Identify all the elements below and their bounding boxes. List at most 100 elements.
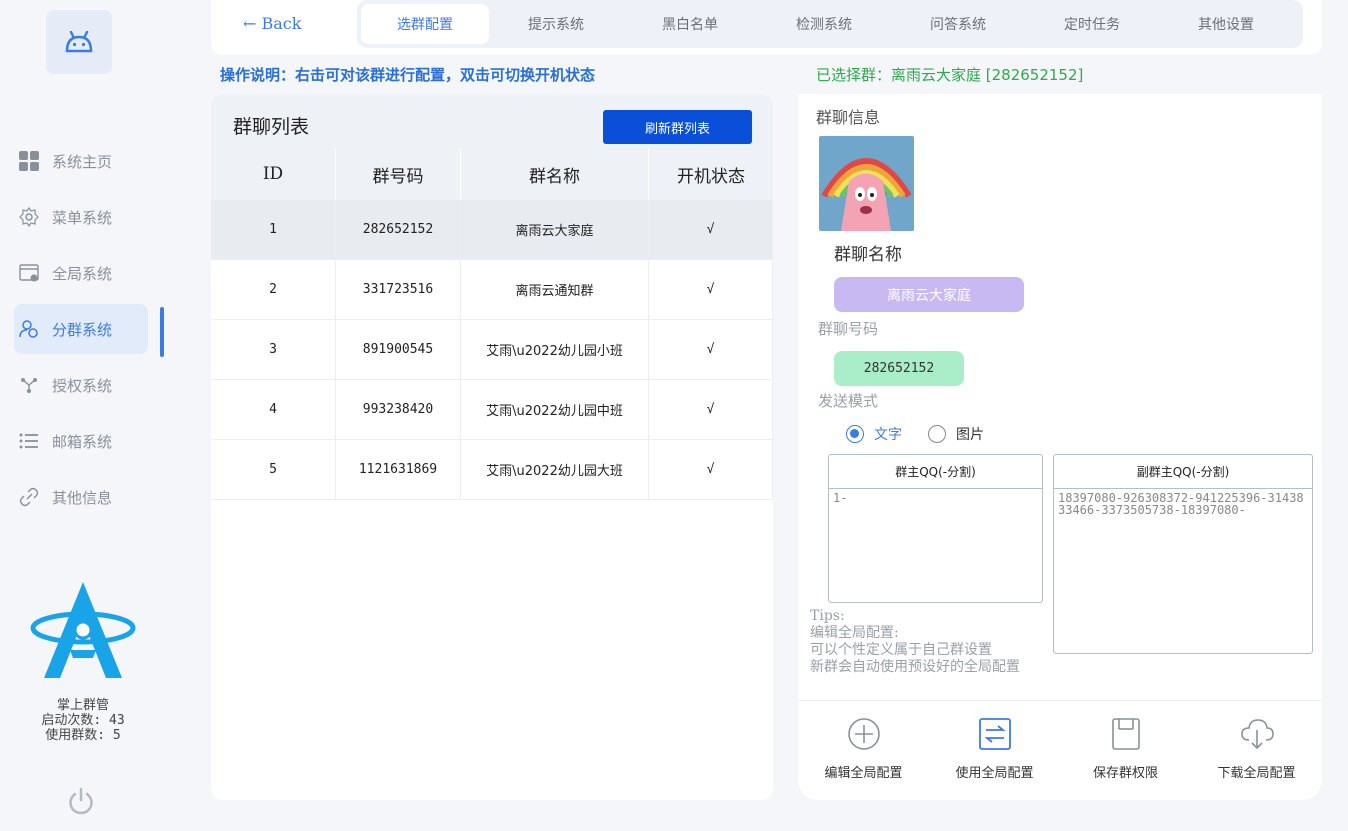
cell-id: 5 bbox=[211, 440, 336, 499]
download-global-config-button[interactable]: 下载全局配置 bbox=[1191, 716, 1322, 781]
radio-label: 图片 bbox=[956, 427, 984, 443]
edit-global-config-button[interactable]: 编辑全局配置 bbox=[798, 716, 929, 781]
cell-name: 艾雨\u2022幼儿园中班 bbox=[461, 380, 649, 439]
sidebar-item-label: 邮箱系统 bbox=[52, 432, 113, 451]
tips-text: Tips: 编辑全局配置: 可以个性定义属于自己群设置 新群会自动使用预设好的全… bbox=[810, 608, 1020, 676]
use-global-config-button[interactable]: 使用全局配置 bbox=[929, 716, 1060, 781]
cell-number: 282652152 bbox=[336, 200, 461, 259]
cell-status: √ bbox=[649, 380, 773, 439]
cell-name: 艾雨\u2022幼儿园小班 bbox=[461, 320, 649, 379]
tab-other-settings[interactable]: 其他设置 bbox=[1159, 4, 1293, 44]
sidebar-nav: 系统主页 菜单系统 全局系统 分群系统 授权系统 邮箱系统 其他信息 bbox=[0, 136, 166, 528]
table-row[interactable]: 3 891900545 艾雨\u2022幼儿园小班 √ bbox=[211, 320, 773, 380]
cell-number: 331723516 bbox=[336, 260, 461, 319]
table-row[interactable]: 5 1121631869 艾雨\u2022幼儿园大班 √ bbox=[211, 440, 773, 500]
app-name: 掌上群管 bbox=[56, 698, 109, 713]
group-name-label: 群聊名称 bbox=[834, 245, 902, 265]
sidebar: 系统主页 菜单系统 全局系统 分群系统 授权系统 邮箱系统 其他信息 掌上群管 … bbox=[0, 0, 166, 831]
send-mode-text-radio[interactable]: 文字 bbox=[846, 424, 902, 444]
group-list-panel: 群聊列表 刷新群列表 ID 群号码 群名称 开机状态 1 282652152 离… bbox=[211, 94, 773, 800]
cell-status: √ bbox=[649, 320, 773, 379]
group-name-value: 离雨云大家庭 bbox=[834, 277, 1024, 312]
radio-label: 文字 bbox=[874, 427, 902, 443]
group-info-panel: 群聊信息 群聊名称 离雨云大家庭 群聊号码 282652152 发送模式 文字 … bbox=[798, 94, 1322, 800]
group-number-value: 282652152 bbox=[834, 351, 964, 386]
cell-number: 993238420 bbox=[336, 380, 461, 439]
cell-number: 1121631869 bbox=[336, 440, 461, 499]
save-icon bbox=[1111, 718, 1140, 750]
gear-icon bbox=[18, 206, 40, 228]
back-button[interactable]: ← Back bbox=[243, 14, 301, 33]
cell-status: √ bbox=[649, 200, 773, 259]
sidebar-item-label: 菜单系统 bbox=[52, 208, 113, 227]
instruction-text: 操作说明：右击可对该群进行配置，双击可切换开机状态 bbox=[220, 66, 596, 84]
group-list-header: 群聊列表 刷新群列表 ID 群号码 群名称 开机状态 bbox=[211, 94, 773, 200]
owner-qq-input[interactable]: 1- bbox=[829, 489, 1042, 507]
users-icon bbox=[18, 318, 40, 340]
cell-id: 1 bbox=[211, 200, 336, 259]
cloud-download-icon bbox=[1240, 719, 1274, 750]
group-list-title: 群聊列表 bbox=[233, 116, 310, 138]
table-row[interactable]: 4 993238420 艾雨\u2022幼儿园中班 √ bbox=[211, 380, 773, 440]
action-label: 使用全局配置 bbox=[955, 766, 1034, 781]
group-number-label: 群聊号码 bbox=[818, 320, 879, 338]
tab-qa-system[interactable]: 问答系统 bbox=[891, 4, 1025, 44]
tips-line: 编辑全局配置: bbox=[810, 625, 899, 641]
sidebar-item-global[interactable]: 全局系统 bbox=[14, 248, 148, 298]
column-header-status[interactable]: 开机状态 bbox=[649, 148, 773, 200]
table-header: ID 群号码 群名称 开机状态 bbox=[211, 148, 773, 200]
power-icon[interactable] bbox=[66, 786, 96, 816]
group-avatar bbox=[819, 136, 914, 231]
action-label: 保存群权限 bbox=[1092, 766, 1158, 781]
sidebar-item-menu[interactable]: 菜单系统 bbox=[14, 192, 148, 242]
share-icon bbox=[18, 374, 40, 396]
column-header-id[interactable]: ID bbox=[211, 148, 336, 200]
tab-detection[interactable]: 检测系统 bbox=[757, 4, 891, 44]
send-mode-image-radio[interactable]: 图片 bbox=[928, 424, 984, 444]
sidebar-item-label: 系统主页 bbox=[52, 152, 113, 171]
sidebar-item-label: 其他信息 bbox=[52, 488, 113, 507]
sidebar-item-groups[interactable]: 分群系统 bbox=[14, 304, 148, 354]
tab-scheduled-tasks[interactable]: 定时任务 bbox=[1025, 4, 1159, 44]
sidebar-item-other[interactable]: 其他信息 bbox=[14, 472, 148, 522]
plus-circle-icon bbox=[847, 718, 880, 750]
cell-status: √ bbox=[649, 440, 773, 499]
tips-line: 新群会自动使用预设好的全局配置 bbox=[810, 659, 1020, 675]
admin-qq-input[interactable]: 18397080-926308372-941225396-3143833466-… bbox=[1054, 489, 1312, 519]
divider bbox=[798, 700, 1322, 701]
link-icon bbox=[18, 486, 40, 508]
tips-line: 可以个性定义属于自己群设置 bbox=[810, 642, 992, 658]
window-icon bbox=[18, 262, 40, 284]
android-logo-icon bbox=[46, 10, 112, 74]
tab-blacklist[interactable]: 黑白名单 bbox=[623, 4, 757, 44]
table-row[interactable]: 1 282652152 离雨云大家庭 √ bbox=[211, 200, 773, 260]
sidebar-item-label: 分群系统 bbox=[52, 320, 113, 339]
refresh-group-list-button[interactable]: 刷新群列表 bbox=[603, 110, 752, 144]
cell-id: 2 bbox=[211, 260, 336, 319]
sidebar-item-mail[interactable]: 邮箱系统 bbox=[14, 416, 148, 466]
owner-qq-box: 群主QQ(-分割) 1- bbox=[828, 454, 1043, 603]
table-row[interactable]: 2 331723516 离雨云通知群 √ bbox=[211, 260, 773, 320]
sidebar-item-auth[interactable]: 授权系统 bbox=[14, 360, 148, 410]
save-group-permission-button[interactable]: 保存群权限 bbox=[1060, 716, 1191, 781]
tab-select-group[interactable]: 选群配置 bbox=[361, 4, 489, 44]
tab-prompt-system[interactable]: 提示系统 bbox=[489, 4, 623, 44]
column-header-number[interactable]: 群号码 bbox=[336, 148, 461, 200]
column-header-name[interactable]: 群名称 bbox=[461, 148, 649, 200]
app-stats: 掌上群管 启动次数: 43 使用群数: 5 bbox=[0, 698, 166, 743]
top-bar: ← Back 选群配置 提示系统 黑白名单 检测系统 问答系统 定时任务 其他设… bbox=[211, 0, 1322, 55]
radio-selected-icon bbox=[846, 425, 864, 443]
action-label: 下载全局配置 bbox=[1217, 766, 1296, 781]
cell-id: 3 bbox=[211, 320, 336, 379]
owner-qq-header: 群主QQ(-分割) bbox=[829, 455, 1042, 489]
cell-id: 4 bbox=[211, 380, 336, 439]
selected-group-text: 已选择群：离雨云大家庭 [282652152] bbox=[816, 66, 1084, 84]
tips-line: Tips: bbox=[810, 608, 845, 624]
launch-count: 启动次数: 43 bbox=[41, 713, 125, 728]
action-label: 编辑全局配置 bbox=[824, 766, 903, 781]
admin-qq-header: 副群主QQ(-分割) bbox=[1054, 455, 1312, 489]
sidebar-item-home[interactable]: 系统主页 bbox=[14, 136, 148, 186]
swap-icon bbox=[978, 718, 1011, 750]
sidebar-item-label: 全局系统 bbox=[52, 264, 113, 283]
cell-name: 艾雨\u2022幼儿园大班 bbox=[461, 440, 649, 499]
